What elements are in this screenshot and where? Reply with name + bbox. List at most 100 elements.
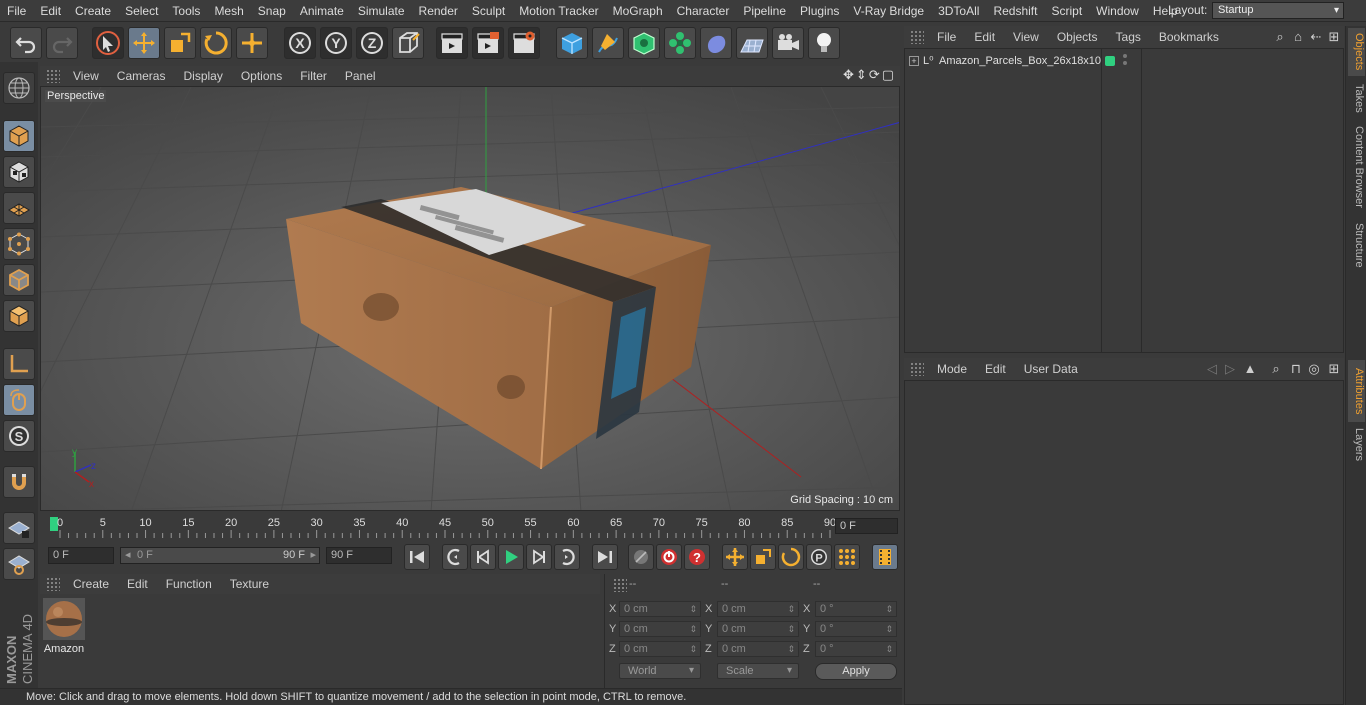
previous-frame-button[interactable] bbox=[470, 544, 496, 570]
go-to-start-button[interactable] bbox=[404, 544, 430, 570]
previous-key-button[interactable] bbox=[442, 544, 468, 570]
3d-viewport[interactable]: y z x Perspective Grid Spacing : 10 cm bbox=[40, 86, 900, 511]
move-tool-button[interactable] bbox=[128, 27, 160, 59]
model-mode-button[interactable] bbox=[3, 120, 35, 152]
pos-y-field[interactable]: 0 cm bbox=[619, 621, 701, 637]
menu-render[interactable]: Render bbox=[412, 4, 465, 18]
autokeying-button[interactable]: ? bbox=[684, 544, 710, 570]
objects-menu-objects[interactable]: Objects bbox=[1048, 30, 1107, 44]
next-key-button[interactable] bbox=[554, 544, 580, 570]
transform-tool-button[interactable] bbox=[236, 27, 268, 59]
menu-character[interactable]: Character bbox=[670, 4, 737, 18]
objects-menu-view[interactable]: View bbox=[1004, 30, 1048, 44]
solo-mode-button[interactable]: S bbox=[3, 420, 35, 452]
menu-vray-bridge[interactable]: V-Ray Bridge bbox=[846, 4, 931, 18]
panel-grip-icon[interactable] bbox=[910, 362, 924, 376]
material-manager-area[interactable]: Amazon bbox=[40, 594, 600, 688]
menu-file[interactable]: File bbox=[0, 4, 33, 18]
menu-mograph[interactable]: MoGraph bbox=[606, 4, 670, 18]
x-axis-lock-button[interactable]: X bbox=[284, 27, 316, 59]
viewport-menu-view[interactable]: View bbox=[64, 69, 108, 83]
tweak-mode-button[interactable] bbox=[3, 384, 35, 416]
redo-button[interactable] bbox=[46, 27, 78, 59]
material-menu-texture[interactable]: Texture bbox=[221, 577, 278, 591]
snap-button[interactable] bbox=[3, 466, 35, 498]
objects-menu-bookmarks[interactable]: Bookmarks bbox=[1150, 30, 1228, 44]
objects-menu-tags[interactable]: Tags bbox=[1107, 30, 1150, 44]
go-to-end-button[interactable] bbox=[592, 544, 618, 570]
forward-arrow-icon[interactable]: ▷ bbox=[1222, 361, 1238, 377]
tab-content-browser[interactable]: Content Browser bbox=[1348, 120, 1365, 214]
key-position-button[interactable] bbox=[722, 544, 748, 570]
menu-animate[interactable]: Animate bbox=[293, 4, 351, 18]
target-icon[interactable]: ◎ bbox=[1306, 361, 1322, 377]
menu-snap[interactable]: Snap bbox=[251, 4, 293, 18]
texture-mode-button[interactable] bbox=[3, 156, 35, 188]
floor-button[interactable] bbox=[736, 27, 768, 59]
render-visibility-dot[interactable] bbox=[1123, 61, 1127, 65]
menu-sculpt[interactable]: Sculpt bbox=[465, 4, 512, 18]
size-z-field[interactable]: 0 cm bbox=[717, 641, 799, 657]
size-y-field[interactable]: 0 cm bbox=[717, 621, 799, 637]
scale-tool-button[interactable] bbox=[164, 27, 196, 59]
rot-z-field[interactable]: 0 ° bbox=[815, 641, 897, 657]
tab-objects[interactable]: Objects bbox=[1348, 28, 1365, 76]
viewport-menu-filter[interactable]: Filter bbox=[291, 69, 336, 83]
menu-3dtoall[interactable]: 3DToAll bbox=[931, 4, 986, 18]
timeline-window-button[interactable] bbox=[872, 544, 898, 570]
axis-mode-button[interactable] bbox=[3, 348, 35, 380]
objects-menu-file[interactable]: File bbox=[928, 30, 965, 44]
workplane-mode-button[interactable] bbox=[3, 192, 35, 224]
navigate-back-icon[interactable]: ⇠ bbox=[1308, 29, 1324, 45]
object-row[interactable]: + L⁰ Amazon_Parcels_Box_26x18x10 bbox=[909, 53, 1101, 69]
apply-button[interactable]: Apply bbox=[815, 663, 897, 680]
range-right-arrow-icon[interactable]: ▸ bbox=[310, 548, 316, 563]
viewport-menu-cameras[interactable]: Cameras bbox=[108, 69, 175, 83]
rotate-tool-button[interactable] bbox=[200, 27, 232, 59]
make-editable-button[interactable] bbox=[3, 72, 35, 104]
coordinate-mode-dropdown[interactable]: World bbox=[619, 663, 701, 679]
editor-visibility-dot[interactable] bbox=[1123, 54, 1127, 58]
menu-create[interactable]: Create bbox=[68, 4, 118, 18]
record-disabled-button[interactable] bbox=[628, 544, 654, 570]
range-left-arrow-icon[interactable]: ◂ bbox=[125, 548, 131, 563]
pen-spline-button[interactable] bbox=[592, 27, 624, 59]
new-window-icon[interactable]: ⊞ bbox=[1326, 361, 1342, 377]
key-rotation-button[interactable] bbox=[778, 544, 804, 570]
render-settings-button[interactable] bbox=[508, 27, 540, 59]
lock-icon[interactable]: ⊓ bbox=[1288, 361, 1304, 377]
objects-menu-edit[interactable]: Edit bbox=[965, 30, 1004, 44]
pos-x-field[interactable]: 0 cm bbox=[619, 601, 701, 617]
material-swatch[interactable]: Amazon bbox=[42, 598, 86, 656]
cube-primitive-button[interactable] bbox=[556, 27, 588, 59]
viewport-menu-display[interactable]: Display bbox=[174, 69, 231, 83]
record-active-objects-button[interactable] bbox=[656, 544, 682, 570]
viewport-menu-options[interactable]: Options bbox=[232, 69, 291, 83]
timeline-ruler[interactable]: 0 5 10 15 20 25 30 35 40 45 50 55 60 65 70 75 80 85 90 0 F bbox=[40, 513, 900, 541]
search-icon[interactable]: ⌕ bbox=[1268, 361, 1284, 377]
attributes-menu-edit[interactable]: Edit bbox=[976, 362, 1015, 376]
cloner-button[interactable] bbox=[664, 27, 696, 59]
render-view-button[interactable] bbox=[436, 27, 468, 59]
menu-select[interactable]: Select bbox=[118, 4, 165, 18]
menu-script[interactable]: Script bbox=[1044, 4, 1089, 18]
points-mode-button[interactable] bbox=[3, 228, 35, 260]
tab-attributes[interactable]: Attributes bbox=[1348, 360, 1365, 422]
range-slider[interactable]: ◂ 0 F 90 F ▸ bbox=[120, 547, 320, 564]
play-button[interactable] bbox=[498, 544, 524, 570]
menu-pipeline[interactable]: Pipeline bbox=[736, 4, 793, 18]
menu-tools[interactable]: Tools bbox=[165, 4, 207, 18]
menu-simulate[interactable]: Simulate bbox=[351, 4, 412, 18]
layer-color-swatch[interactable] bbox=[1105, 56, 1115, 66]
tab-layers[interactable]: Layers bbox=[1348, 424, 1365, 464]
tab-takes[interactable]: Takes bbox=[1348, 78, 1365, 118]
rot-y-field[interactable]: 0 ° bbox=[815, 621, 897, 637]
menu-window[interactable]: Window bbox=[1089, 4, 1146, 18]
material-menu-edit[interactable]: Edit bbox=[118, 577, 157, 591]
live-selection-button[interactable] bbox=[92, 27, 124, 59]
object-manager-list[interactable]: + L⁰ Amazon_Parcels_Box_26x18x10 bbox=[904, 48, 1344, 353]
coordinate-system-button[interactable] bbox=[392, 27, 424, 59]
tab-structure[interactable]: Structure bbox=[1348, 216, 1365, 274]
subdivision-surface-button[interactable] bbox=[628, 27, 660, 59]
menu-mesh[interactable]: Mesh bbox=[207, 4, 250, 18]
